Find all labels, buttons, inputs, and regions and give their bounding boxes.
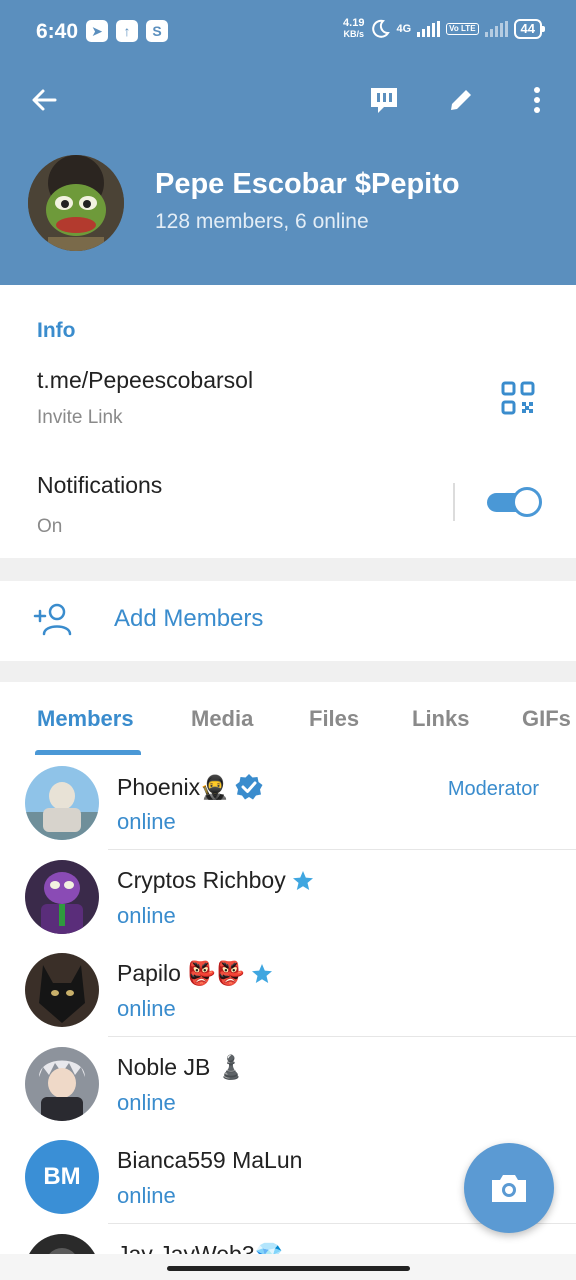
member-status: online — [117, 809, 176, 834]
invite-link-label: Invite Link — [37, 407, 123, 428]
top-app-bar — [0, 70, 576, 130]
member-avatar — [25, 766, 99, 840]
member-name: Noble JB ♟️ — [117, 1054, 246, 1080]
telegram-notification-icon: ➤ — [86, 20, 108, 42]
notifications-divider — [453, 483, 455, 521]
tab-gifs[interactable]: GIFs — [522, 706, 571, 732]
network-type: 4G — [396, 23, 412, 35]
member-row[interactable]: Cryptos Richboy online — [0, 850, 576, 944]
live-stream-icon — [371, 88, 397, 113]
group-title: Pepe Escobar $Pepito — [155, 168, 460, 200]
camera-icon — [492, 1175, 526, 1202]
add-person-icon — [33, 603, 72, 636]
member-name: Phoenix🥷 — [117, 773, 229, 800]
member-name: Papilo 👺👺 — [117, 960, 245, 986]
back-arrow-icon — [32, 89, 57, 111]
pencil-icon — [451, 90, 471, 110]
home-gesture-handle[interactable] — [167, 1266, 410, 1271]
member-avatar: BM — [25, 1140, 99, 1214]
battery-icon: 44 — [513, 19, 546, 39]
member-row[interactable]: Phoenix🥷 online Moderator — [0, 756, 576, 850]
profile-header: 6:40 ➤ ↑ S 4.19 KB/s 4G Vo LTE 44 Pepe E… — [0, 0, 576, 285]
add-members-button[interactable]: Add Members — [0, 581, 576, 661]
signal-2-icon — [484, 21, 508, 37]
member-status: online — [117, 903, 176, 928]
member-initials: BM — [43, 1163, 81, 1190]
more-options-button[interactable] — [517, 80, 557, 120]
member-name: Bianca559 MaLun — [117, 1147, 303, 1173]
app-notification-icon: S — [146, 20, 168, 42]
tab-media[interactable]: Media — [191, 706, 253, 732]
member-name: Cryptos Richboy — [117, 867, 286, 893]
qr-code-button[interactable] — [501, 381, 535, 420]
edit-button[interactable] — [441, 80, 481, 120]
tab-links[interactable]: Links — [412, 706, 469, 732]
verified-icon — [235, 774, 263, 800]
active-tab-indicator — [35, 750, 141, 755]
add-members-label: Add Members — [114, 605, 264, 632]
status-time: 6:40 — [36, 20, 79, 43]
live-stream-button[interactable] — [364, 80, 404, 120]
system-nav-bar — [0, 1254, 576, 1280]
member-status: online — [117, 1183, 176, 1208]
member-avatar — [25, 1047, 99, 1121]
notifications-state: On — [37, 516, 63, 537]
group-avatar-image — [28, 155, 124, 251]
member-row[interactable]: Noble JB ♟️ online — [0, 1037, 576, 1131]
network-speed: 4.19 KB/s — [343, 17, 365, 40]
moon-icon — [372, 19, 391, 38]
shared-media-tabs: Members Media Files Links GIFs — [0, 682, 576, 757]
camera-fab-button[interactable] — [464, 1143, 554, 1233]
more-vert-icon — [534, 87, 540, 113]
info-section-title: Info — [37, 319, 76, 342]
back-button[interactable] — [24, 80, 64, 120]
group-avatar[interactable] — [28, 155, 124, 251]
star-icon — [251, 963, 272, 983]
member-status: online — [117, 1090, 176, 1115]
status-indicators: 4.19 KB/s 4G Vo LTE 44 — [343, 17, 546, 40]
invite-link[interactable]: t.me/Pepeescobarsol — [37, 367, 253, 394]
tab-members[interactable]: Members — [37, 706, 134, 732]
member-avatar — [25, 1234, 99, 1254]
upload-notification-icon: ↑ — [116, 20, 138, 42]
member-avatar — [25, 953, 99, 1027]
tab-files[interactable]: Files — [309, 706, 359, 732]
star-icon — [292, 870, 313, 890]
qr-code-icon — [501, 381, 535, 415]
notifications-label: Notifications — [37, 472, 163, 498]
member-name: Jay JayWeb3💎 — [117, 1241, 284, 1254]
group-member-count: 128 members, 6 online — [155, 210, 369, 233]
volte-badge: Vo LTE — [446, 23, 479, 35]
member-row[interactable]: Papilo 👺👺 online — [0, 943, 576, 1037]
notifications-toggle[interactable] — [487, 486, 543, 518]
member-status: online — [117, 996, 176, 1021]
member-avatar — [25, 860, 99, 934]
member-role: Moderator — [447, 778, 539, 800]
signal-icon — [417, 21, 441, 37]
status-bar: 6:40 ➤ ↑ S 4.19 KB/s 4G Vo LTE 44 — [0, 0, 576, 64]
